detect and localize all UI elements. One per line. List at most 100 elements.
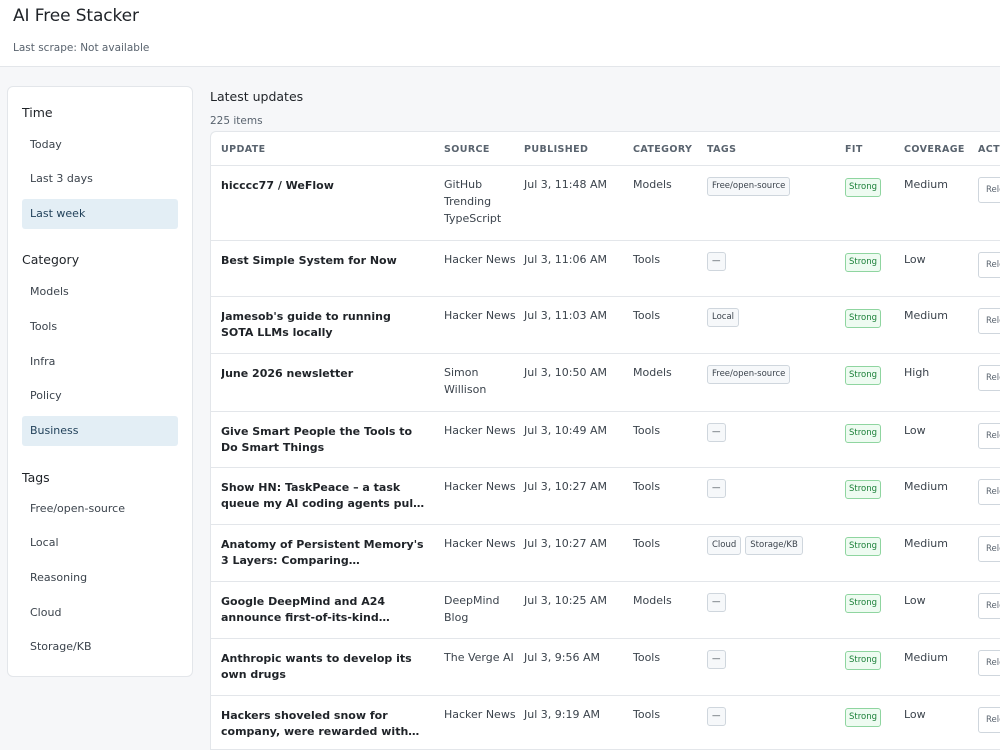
relevant-button[interactable]: Relevant — [978, 423, 1000, 449]
table-row[interactable]: Give Smart People the Tools to Do Smart … — [211, 412, 1000, 468]
category-filter-business[interactable]: Business — [22, 416, 178, 446]
relevant-button[interactable]: Relevant — [978, 252, 1000, 278]
column-header-published[interactable]: PUBLISHED — [524, 144, 588, 155]
update-title[interactable]: Jamesob's guide to running SOTA LLMs loc… — [221, 309, 426, 341]
time-filter-heading: Time — [22, 105, 53, 120]
category-cell: Tools — [633, 309, 661, 322]
update-title[interactable]: Best Simple System for Now — [221, 253, 426, 269]
tags-cell: — — [707, 707, 837, 726]
table-row[interactable]: Show HN: TaskPeace – a task queue my AI … — [211, 468, 1000, 525]
fit-badge: Strong — [845, 708, 882, 727]
category-filter-tools[interactable]: Tools — [22, 312, 178, 342]
fit-cell: Strong — [845, 308, 882, 328]
tag-filter-local[interactable]: Local — [22, 528, 178, 558]
tag-badge: — — [707, 593, 726, 612]
tags-cell: — — [707, 650, 837, 669]
tags-filter-heading: Tags — [22, 470, 50, 485]
source-cell: Hacker News — [444, 424, 516, 437]
column-header-category[interactable]: CATEGORY — [633, 144, 692, 155]
relevant-button[interactable]: Relevant — [978, 479, 1000, 505]
published-cell: Jul 3, 9:56 AM — [524, 651, 600, 664]
tag-badge: Cloud — [707, 536, 742, 555]
update-title[interactable]: Google DeepMind and A24 announce first-o… — [221, 594, 426, 626]
update-title[interactable]: Show HN: TaskPeace – a task queue my AI … — [221, 480, 426, 512]
table-row[interactable]: June 2026 newsletter Simon Willison Jul 3,… — [211, 354, 1000, 412]
tag-filter-cloud[interactable]: Cloud — [22, 598, 178, 628]
column-header-tags[interactable]: TAGS — [707, 144, 736, 155]
update-title[interactable]: Hackers shoveled snow for company, were … — [221, 708, 426, 740]
fit-cell: Strong — [845, 650, 882, 670]
table-row[interactable]: Jamesob's guide to running SOTA LLMs loc… — [211, 297, 1000, 354]
time-filter-last-week[interactable]: Last week — [22, 199, 178, 229]
tag-filter-reasoning[interactable]: Reasoning — [22, 563, 178, 593]
app-title: AI Free Stacker — [13, 6, 139, 26]
table-row[interactable]: Anthropic wants to develop its own drugs… — [211, 639, 1000, 696]
published-cell: Jul 3, 11:48 AM — [524, 178, 607, 191]
relevant-button[interactable]: Relevant — [978, 536, 1000, 562]
tags-cell: Local — [707, 308, 837, 327]
table-row[interactable]: Best Simple System for Now Hacker News Jul… — [211, 241, 1000, 297]
category-filter-policy[interactable]: Policy — [22, 381, 178, 411]
tag-badge: — — [707, 479, 726, 498]
tag-badge: Free/open-source — [707, 177, 791, 196]
coverage-cell: Low — [904, 424, 926, 437]
relevant-button[interactable]: Relevant — [978, 593, 1000, 619]
tag-filter-storage-kb[interactable]: Storage/KB — [22, 632, 178, 662]
relevant-button[interactable]: Relevant — [978, 707, 1000, 733]
coverage-cell: Medium — [904, 537, 948, 550]
tag-badge: Free/open-source — [707, 365, 791, 384]
top-header: AI Free Stacker Last scrape: Not availab… — [0, 0, 1000, 67]
relevant-button[interactable]: Relevant — [978, 365, 1000, 391]
table-row[interactable]: Anatomy of Persistent Memory's 3 Layers:… — [211, 525, 1000, 582]
published-cell: Jul 3, 10:49 AM — [524, 424, 607, 437]
tag-badge: — — [707, 252, 726, 271]
update-title[interactable]: Anthropic wants to develop its own drugs — [221, 651, 426, 683]
filter-sidebar: Time Today Last 3 days Last week Categor… — [7, 86, 193, 677]
actions-cell: Relevant — [978, 423, 1000, 449]
scrape-status: Last scrape: Not available — [13, 42, 150, 54]
table-row[interactable]: Google DeepMind and A24 announce first-o… — [211, 582, 1000, 639]
update-title[interactable]: Give Smart People the Tools to Do Smart … — [221, 424, 426, 456]
coverage-cell: Low — [904, 594, 926, 607]
update-title[interactable]: hicccc77 / WeFlow — [221, 178, 426, 194]
published-cell: Jul 3, 10:27 AM — [524, 480, 607, 493]
update-title[interactable]: Anatomy of Persistent Memory's 3 Layers:… — [221, 537, 426, 569]
tag-filter-free-open-source[interactable]: Free/open-source — [22, 494, 178, 524]
published-cell: Jul 3, 11:03 AM — [524, 309, 607, 322]
category-filter-heading: Category — [22, 252, 80, 267]
table-row[interactable]: hicccc77 / WeFlow GitHub Trending TypeScr… — [211, 166, 1000, 241]
source-cell: Simon Willison — [444, 366, 487, 396]
fit-cell: Strong — [845, 365, 882, 385]
category-cell: Tools — [633, 651, 661, 664]
category-filter-infra[interactable]: Infra — [22, 347, 178, 377]
category-filter-models[interactable]: Models — [22, 277, 178, 307]
tags-cell: — — [707, 423, 837, 442]
published-cell: Jul 3, 9:19 AM — [524, 708, 600, 721]
time-filter-today[interactable]: Today — [22, 130, 178, 160]
column-header-source[interactable]: SOURCE — [444, 144, 490, 155]
fit-badge: Strong — [845, 253, 882, 272]
coverage-cell: Medium — [904, 178, 948, 191]
column-header-fit[interactable]: FIT — [845, 144, 863, 155]
relevant-button[interactable]: Relevant — [978, 650, 1000, 676]
relevant-button[interactable]: Relevant — [978, 308, 1000, 334]
column-header-update[interactable]: UPDATE — [221, 144, 266, 155]
tags-cell: — — [707, 593, 837, 612]
column-header-actions[interactable]: ACTIONS — [978, 144, 1000, 155]
actions-cell: Relevant — [978, 479, 1000, 505]
actions-cell: Relevant — [978, 593, 1000, 619]
table-row[interactable]: Hackers shoveled snow for company, were … — [211, 696, 1000, 749]
time-filter-last-3-days[interactable]: Last 3 days — [22, 164, 178, 194]
source-cell: GitHub Trending TypeScript — [444, 178, 502, 225]
tag-badge: Local — [707, 308, 740, 327]
coverage-cell: High — [904, 366, 930, 379]
fit-badge: Strong — [845, 309, 882, 328]
column-header-coverage[interactable]: COVERAGE — [904, 144, 965, 155]
fit-cell: Strong — [845, 423, 882, 443]
source-cell: Hacker News — [444, 309, 516, 322]
relevant-button[interactable]: Relevant — [978, 177, 1000, 203]
update-title[interactable]: June 2026 newsletter — [221, 366, 426, 382]
updates-table: UPDATE SOURCE PUBLISHED CATEGORY TAGS FI… — [210, 131, 1000, 750]
category-cell: Models — [633, 594, 672, 607]
fit-badge: Strong — [845, 594, 882, 613]
